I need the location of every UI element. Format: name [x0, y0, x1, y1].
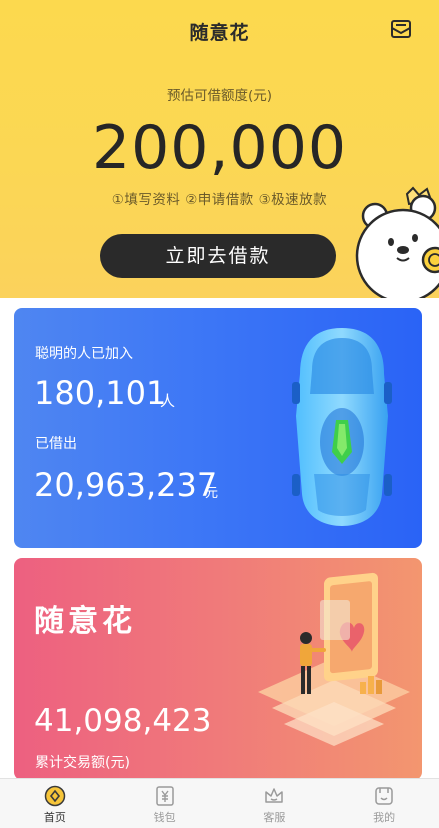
crown-service-icon — [265, 788, 284, 803]
tab-wallet[interactable]: 钱包 — [110, 779, 220, 828]
tab-wallet-label: 钱包 — [153, 811, 176, 824]
tab-service[interactable]: 客服 — [220, 779, 330, 828]
phone-illustration — [258, 572, 410, 746]
wallet-yen-icon — [155, 786, 174, 806]
transaction-volume: 41,098,423 — [34, 703, 212, 739]
tab-service-label: 客服 — [263, 811, 286, 824]
tab-home[interactable]: 首页 — [0, 779, 110, 828]
transaction-volume-label: 累计交易额(元) — [35, 755, 130, 771]
joined-count: 180,101 — [34, 374, 167, 412]
page-title: 随意花 — [189, 22, 250, 44]
bear-mascot-icon — [355, 186, 439, 298]
quota-label: 预估可借额度(元) — [166, 88, 273, 104]
bottom-tab-bar: 首页 钱包 客服 我的 — [0, 778, 439, 828]
brand-title: 随意花 — [34, 604, 136, 639]
borrowed-amount: 20,963,237 — [34, 466, 218, 504]
joined-label: 聪明的人已加入 — [35, 346, 133, 362]
mail-icon — [391, 20, 411, 38]
car-illustration — [292, 328, 392, 526]
hero-banner: 随意花 预估可借额度(元) 200,000 ①填写资料 ②申请借款 ③极速放款 … — [0, 0, 439, 298]
brand-card: 随意花 41,098,423 累计交易额(元) — [14, 558, 422, 780]
home-coin-icon — [44, 785, 66, 807]
apply-loan-button[interactable]: 立即去借款 — [100, 234, 336, 278]
quota-amount: 200,000 — [91, 113, 348, 183]
borrowed-unit: 元 — [205, 486, 219, 501]
message-button[interactable] — [389, 17, 413, 41]
tab-mine-label: 我的 — [373, 811, 396, 824]
stats-card: 聪明的人已加入 180,101 人 已借出 20,963,237 元 — [14, 308, 422, 548]
tab-mine[interactable]: 我的 — [329, 779, 439, 828]
joined-unit: 人 — [160, 392, 176, 410]
borrowed-label: 已借出 — [35, 436, 77, 452]
profile-icon — [375, 787, 393, 805]
tab-home-label: 首页 — [43, 811, 66, 824]
